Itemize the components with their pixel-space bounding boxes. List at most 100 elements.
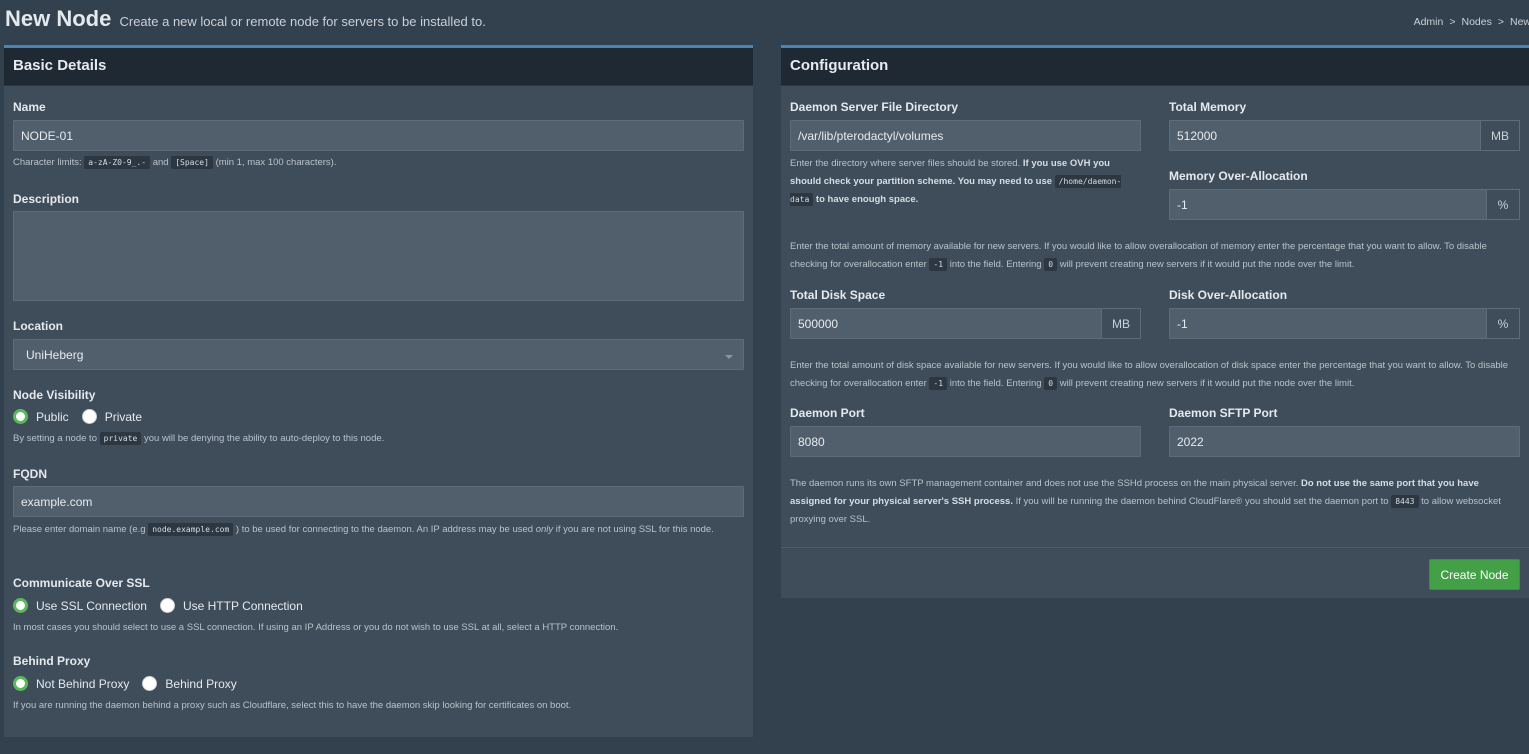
- behind-proxy-radio[interactable]: [142, 676, 158, 691]
- fqdn-label: FQDN: [13, 467, 47, 481]
- create-node-button[interactable]: Create Node: [1429, 559, 1520, 590]
- configuration-panel: Configuration Daemon Server File Directo…: [781, 45, 1529, 598]
- description-label: Description: [13, 192, 80, 206]
- port-label: Daemon Port: [790, 406, 865, 420]
- fqdn-help: Please enter domain name (e.g node.examp…: [13, 521, 744, 539]
- http-connection-label[interactable]: Use HTTP Connection: [183, 599, 303, 613]
- port-help-part1: The daemon runs its own SFTP management …: [790, 478, 1299, 489]
- disk-value: 500000: [798, 316, 839, 331]
- proxy-help: If you are running the daemon behind a p…: [13, 700, 572, 711]
- disk-over-value: -1: [1177, 316, 1188, 331]
- memory-help-code1: -1: [929, 258, 948, 271]
- disk-help-code2: 0: [1044, 377, 1058, 390]
- visibility-options: Public Private: [13, 409, 142, 424]
- page-title-text: New Node: [5, 6, 112, 31]
- ssl-connection-radio[interactable]: [13, 598, 28, 613]
- fqdn-input[interactable]: example.com: [13, 486, 744, 517]
- memory-over-input[interactable]: -1: [1169, 189, 1487, 220]
- ssl-connection-label[interactable]: Use SSL Connection: [36, 599, 147, 613]
- page-header: New Node Create a new local or remote no…: [0, 0, 1529, 44]
- description-textarea[interactable]: [13, 211, 744, 301]
- fqdn-help-code: node.example.com: [148, 523, 234, 536]
- not-behind-proxy-label[interactable]: Not Behind Proxy: [36, 677, 129, 691]
- disk-unit-addon: MB: [1101, 308, 1141, 339]
- chevron-down-icon: [725, 355, 733, 359]
- visibility-help: By setting a node to private you will be…: [13, 430, 384, 448]
- memory-over-unit-addon: %: [1486, 189, 1520, 220]
- footer-divider: [781, 547, 1529, 548]
- port-help-code: 8443: [1391, 495, 1419, 508]
- ssl-label: Communicate Over SSL: [13, 576, 150, 590]
- ssl-help: In most cases you should select to use a…: [13, 622, 619, 633]
- fqdn-value: example.com: [21, 494, 93, 509]
- fqdn-help-part1: Please enter domain name (e.g: [13, 524, 146, 535]
- name-input-value: NODE-01: [21, 128, 74, 143]
- disk-label: Total Disk Space: [790, 288, 886, 302]
- name-help-code-chars: a-zA-Z0-9_.-: [84, 156, 151, 169]
- not-behind-proxy-radio[interactable]: [13, 676, 28, 691]
- breadcrumb-separator: >: [1449, 16, 1456, 28]
- disk-help-part3: into the field. Entering: [949, 378, 1042, 389]
- name-input[interactable]: NODE-01: [13, 120, 744, 151]
- visibility-private-radio[interactable]: [81, 409, 97, 424]
- memory-label: Total Memory: [1169, 100, 1247, 114]
- visibility-public-radio[interactable]: [13, 409, 28, 424]
- sftp-port-label: Daemon SFTP Port: [1169, 406, 1278, 420]
- disk-over-input[interactable]: -1: [1169, 308, 1487, 339]
- fqdn-help-emphasis: only: [535, 524, 554, 535]
- directory-label: Daemon Server File Directory: [790, 100, 959, 114]
- disk-over-label: Disk Over-Allocation: [1169, 288, 1288, 302]
- visibility-label: Node Visibility: [13, 388, 96, 402]
- port-value: 8080: [798, 434, 825, 449]
- name-label: Name: [13, 100, 46, 114]
- memory-help-part4: will prevent creating new servers if it …: [1059, 259, 1355, 270]
- directory-help: Enter the directory where server files s…: [790, 155, 1142, 209]
- memory-over-label: Memory Over-Allocation: [1169, 169, 1308, 183]
- behind-proxy-label[interactable]: Behind Proxy: [165, 677, 236, 691]
- sftp-port-value: 2022: [1177, 434, 1204, 449]
- configuration-title: Configuration: [781, 48, 1529, 86]
- memory-value: 512000: [1177, 128, 1218, 143]
- visibility-help-prefix: By setting a node to: [13, 433, 97, 444]
- location-value: UniHeberg: [26, 347, 84, 362]
- basic-details-title: Basic Details: [4, 48, 753, 86]
- directory-input[interactable]: /var/lib/pterodactyl/volumes: [790, 120, 1141, 151]
- visibility-help-suffix: you will be denying the ability to auto-…: [143, 433, 385, 444]
- memory-unit-addon: MB: [1480, 120, 1520, 151]
- page-title: New Node Create a new local or remote no…: [5, 6, 486, 32]
- memory-help-code2: 0: [1044, 258, 1058, 271]
- visibility-public-label[interactable]: Public: [36, 410, 69, 424]
- proxy-options: Not Behind Proxy Behind Proxy: [13, 676, 237, 691]
- location-select[interactable]: UniHeberg: [13, 339, 744, 370]
- port-input[interactable]: 8080: [790, 426, 1141, 457]
- location-label: Location: [13, 319, 63, 333]
- directory-help-text: Enter the directory where server files s…: [790, 158, 1021, 169]
- basic-details-panel: Basic Details Name NODE-01 Character lim…: [4, 45, 753, 737]
- fqdn-help-part3: if you are not using SSL for this node.: [555, 524, 714, 535]
- directory-help-bold2: to have enough space.: [815, 194, 919, 205]
- page-subtitle: Create a new local or remote node for se…: [119, 14, 486, 29]
- directory-value: /var/lib/pterodactyl/volumes: [798, 128, 944, 143]
- name-help-and: and: [152, 157, 169, 168]
- breadcrumb-admin[interactable]: Admin: [1414, 16, 1444, 28]
- visibility-help-code: private: [99, 432, 142, 445]
- name-help-code-space: [Space]: [171, 156, 213, 169]
- ssl-options: Use SSL Connection Use HTTP Connection: [13, 598, 303, 613]
- http-connection-radio[interactable]: [159, 598, 175, 613]
- fqdn-help-part2: ) to be used for connecting to the daemo…: [235, 524, 534, 535]
- breadcrumb-new: New: [1509, 16, 1529, 28]
- name-help-prefix: Character limits:: [13, 157, 82, 168]
- disk-help-code1: -1: [929, 377, 948, 390]
- memory-over-value: -1: [1177, 197, 1188, 212]
- disk-help-part1: Enter the total amount of disk space ava…: [790, 360, 1437, 371]
- disk-help-part4: will prevent creating new servers if it …: [1059, 378, 1355, 389]
- port-help: The daemon runs its own SFTP management …: [790, 475, 1512, 529]
- name-help-suffix: (min 1, max 100 characters).: [215, 157, 337, 168]
- visibility-private-label[interactable]: Private: [105, 410, 142, 424]
- memory-help-part3: into the field. Entering: [949, 259, 1042, 270]
- memory-input[interactable]: 512000: [1169, 120, 1481, 151]
- sftp-port-input[interactable]: 2022: [1169, 426, 1520, 457]
- breadcrumb-nodes[interactable]: Nodes: [1461, 16, 1491, 28]
- disk-input[interactable]: 500000: [790, 308, 1102, 339]
- memory-help: Enter the total amount of memory availab…: [790, 238, 1522, 274]
